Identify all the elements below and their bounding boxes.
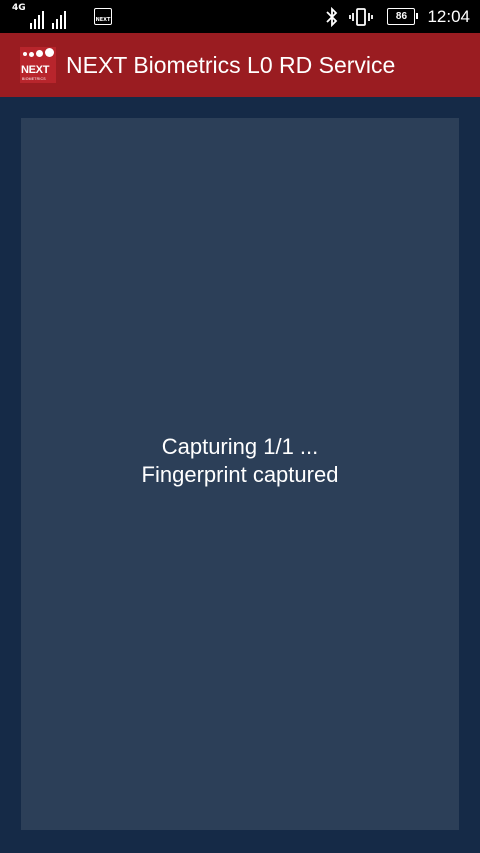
capture-result-text: Fingerprint captured bbox=[141, 462, 339, 487]
capture-message: Capturing 1/1 ... Fingerprint captured bbox=[21, 433, 459, 489]
bluetooth-icon bbox=[326, 6, 338, 27]
app-bar: NEXT BIOMETRICS NEXT Biometrics L0 RD Se… bbox=[0, 33, 480, 97]
battery-level: 86 bbox=[395, 11, 408, 22]
logo-subtext: BIOMETRICS bbox=[22, 77, 46, 81]
clock: 12:04 bbox=[427, 6, 470, 26]
battery-icon: 86 bbox=[387, 8, 419, 25]
network-type-label: 4G bbox=[12, 3, 26, 13]
signal-indicators: 4G bbox=[12, 3, 68, 29]
page-title: NEXT Biometrics L0 RD Service bbox=[66, 51, 396, 78]
next-biometrics-logo: NEXT BIOMETRICS bbox=[20, 47, 56, 83]
fingerprint-capture-panel: Capturing 1/1 ... Fingerprint captured bbox=[21, 118, 459, 830]
app-notification-icon: NEXT bbox=[94, 8, 112, 25]
capture-status-text: Capturing 1/1 ... bbox=[161, 434, 319, 459]
logo-text: NEXT bbox=[21, 64, 50, 76]
vibrate-icon bbox=[349, 7, 374, 26]
signal-strength-icon-2 bbox=[52, 11, 68, 29]
status-bar: 4G NEXT 86 12:04 bbox=[0, 0, 480, 33]
signal-strength-icon bbox=[30, 11, 46, 29]
